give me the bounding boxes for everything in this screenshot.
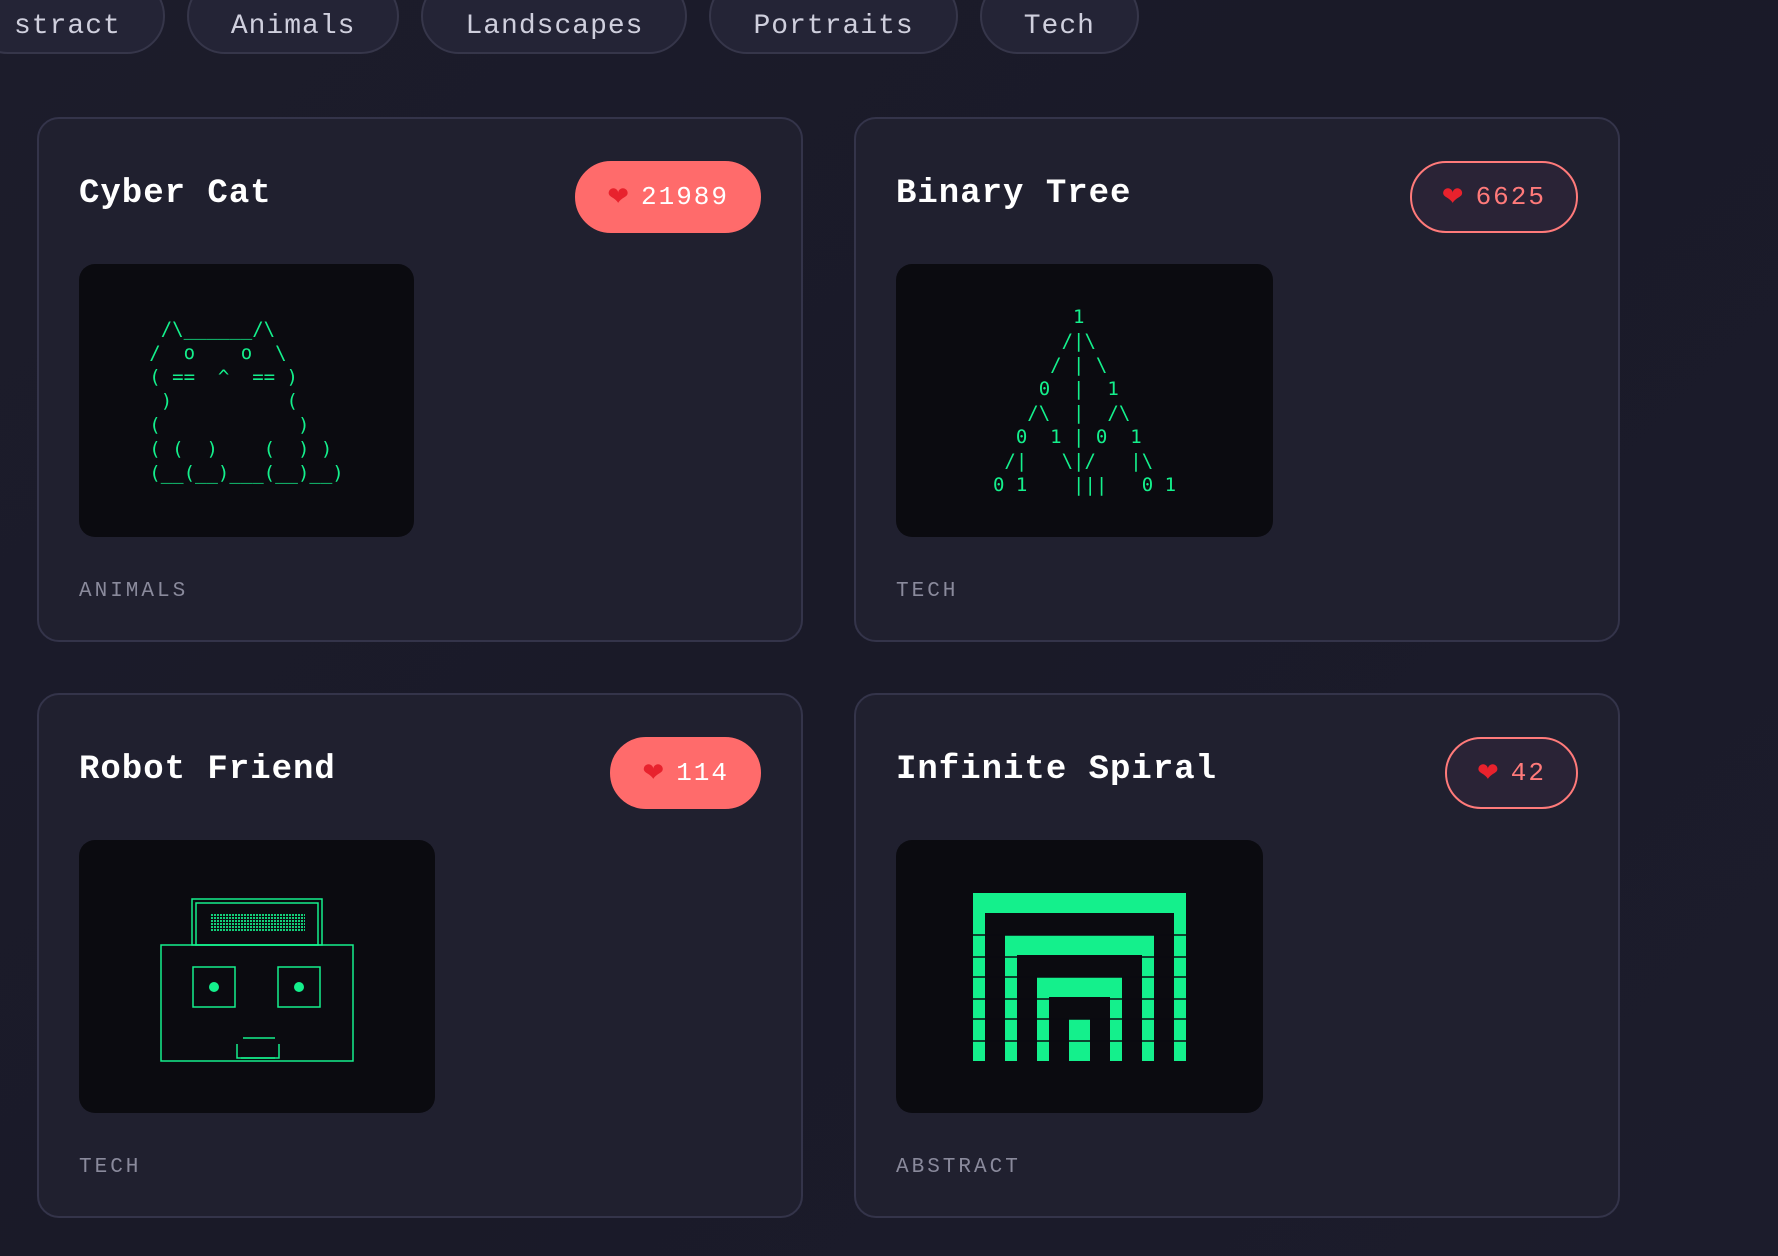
filter-animals[interactable]: Animals — [186, 0, 400, 54]
like-button[interactable]: ❤ 114 — [610, 737, 761, 809]
like-count: 42 — [1510, 758, 1546, 788]
filter-portraits[interactable]: Portraits — [709, 0, 958, 54]
artwork-title: Infinite Spiral — [896, 751, 1218, 789]
artwork-card-cyber-cat[interactable]: Cyber Cat ❤ 21989 /\______/\ / o o \ ( =… — [37, 117, 803, 642]
category-label: TECH — [896, 580, 959, 603]
artwork-title: Robot Friend — [79, 751, 336, 789]
filter-abstract[interactable]: stract — [0, 0, 165, 54]
artwork-card-binary-tree[interactable]: Binary Tree ❤ 6625 1 /|\ / | \ 0 | 1 /\ … — [854, 117, 1620, 642]
like-button[interactable]: ❤ 6625 — [1409, 161, 1578, 233]
filter-landscapes[interactable]: Landscapes — [421, 0, 688, 54]
ascii-art: 1 /|\ / | \ 0 | 1 /\ | /\ 0 1 | 0 1 /| \… — [992, 305, 1177, 496]
category-label: TECH — [79, 1156, 142, 1179]
category-label: ANIMALS — [79, 580, 189, 603]
filter-label: Portraits — [753, 10, 914, 42]
like-button[interactable]: ❤ 42 — [1444, 737, 1578, 809]
like-count: 6625 — [1475, 182, 1546, 212]
filter-label: Tech — [1023, 10, 1095, 42]
heart-icon: ❤ — [1441, 182, 1466, 212]
artwork-title: Binary Tree — [896, 175, 1132, 213]
ascii-art: /\______/\ / o o \ ( == ^ == ) ) ( ( ) (… — [149, 317, 344, 484]
filter-label: Animals — [230, 10, 356, 42]
artwork-title: Cyber Cat — [79, 175, 272, 213]
like-count: 21989 — [640, 182, 729, 212]
heart-icon: ❤ — [1476, 758, 1501, 788]
heart-icon: ❤ — [642, 758, 667, 788]
artwork-card-infinite-spiral[interactable]: Infinite Spiral ❤ 42 ABSTRACT — [854, 693, 1620, 1218]
category-filter-bar: stract Animals Landscapes Portraits Tech — [0, 0, 1139, 54]
like-count: 114 — [676, 758, 729, 788]
artwork-preview — [79, 840, 435, 1113]
like-button[interactable]: ❤ 21989 — [575, 161, 761, 233]
filter-tech[interactable]: Tech — [979, 0, 1139, 54]
artwork-preview — [896, 840, 1263, 1113]
heart-icon: ❤ — [607, 182, 631, 212]
spiral-art-icon — [973, 893, 1186, 1061]
artwork-preview: 1 /|\ / | \ 0 | 1 /\ | /\ 0 1 | 0 1 /| \… — [896, 264, 1273, 537]
artwork-card-robot-friend[interactable]: Robot Friend ❤ 114 TECH — [37, 693, 803, 1218]
artwork-preview: /\______/\ / o o \ ( == ^ == ) ) ( ( ) (… — [79, 264, 414, 537]
robot-art-icon — [160, 898, 354, 1062]
category-label: ABSTRACT — [896, 1156, 1021, 1179]
filter-label: Landscapes — [465, 10, 644, 42]
artwork-grid: Cyber Cat ❤ 21989 /\______/\ / o o \ ( =… — [37, 117, 1620, 1218]
filter-label: stract — [14, 10, 121, 42]
